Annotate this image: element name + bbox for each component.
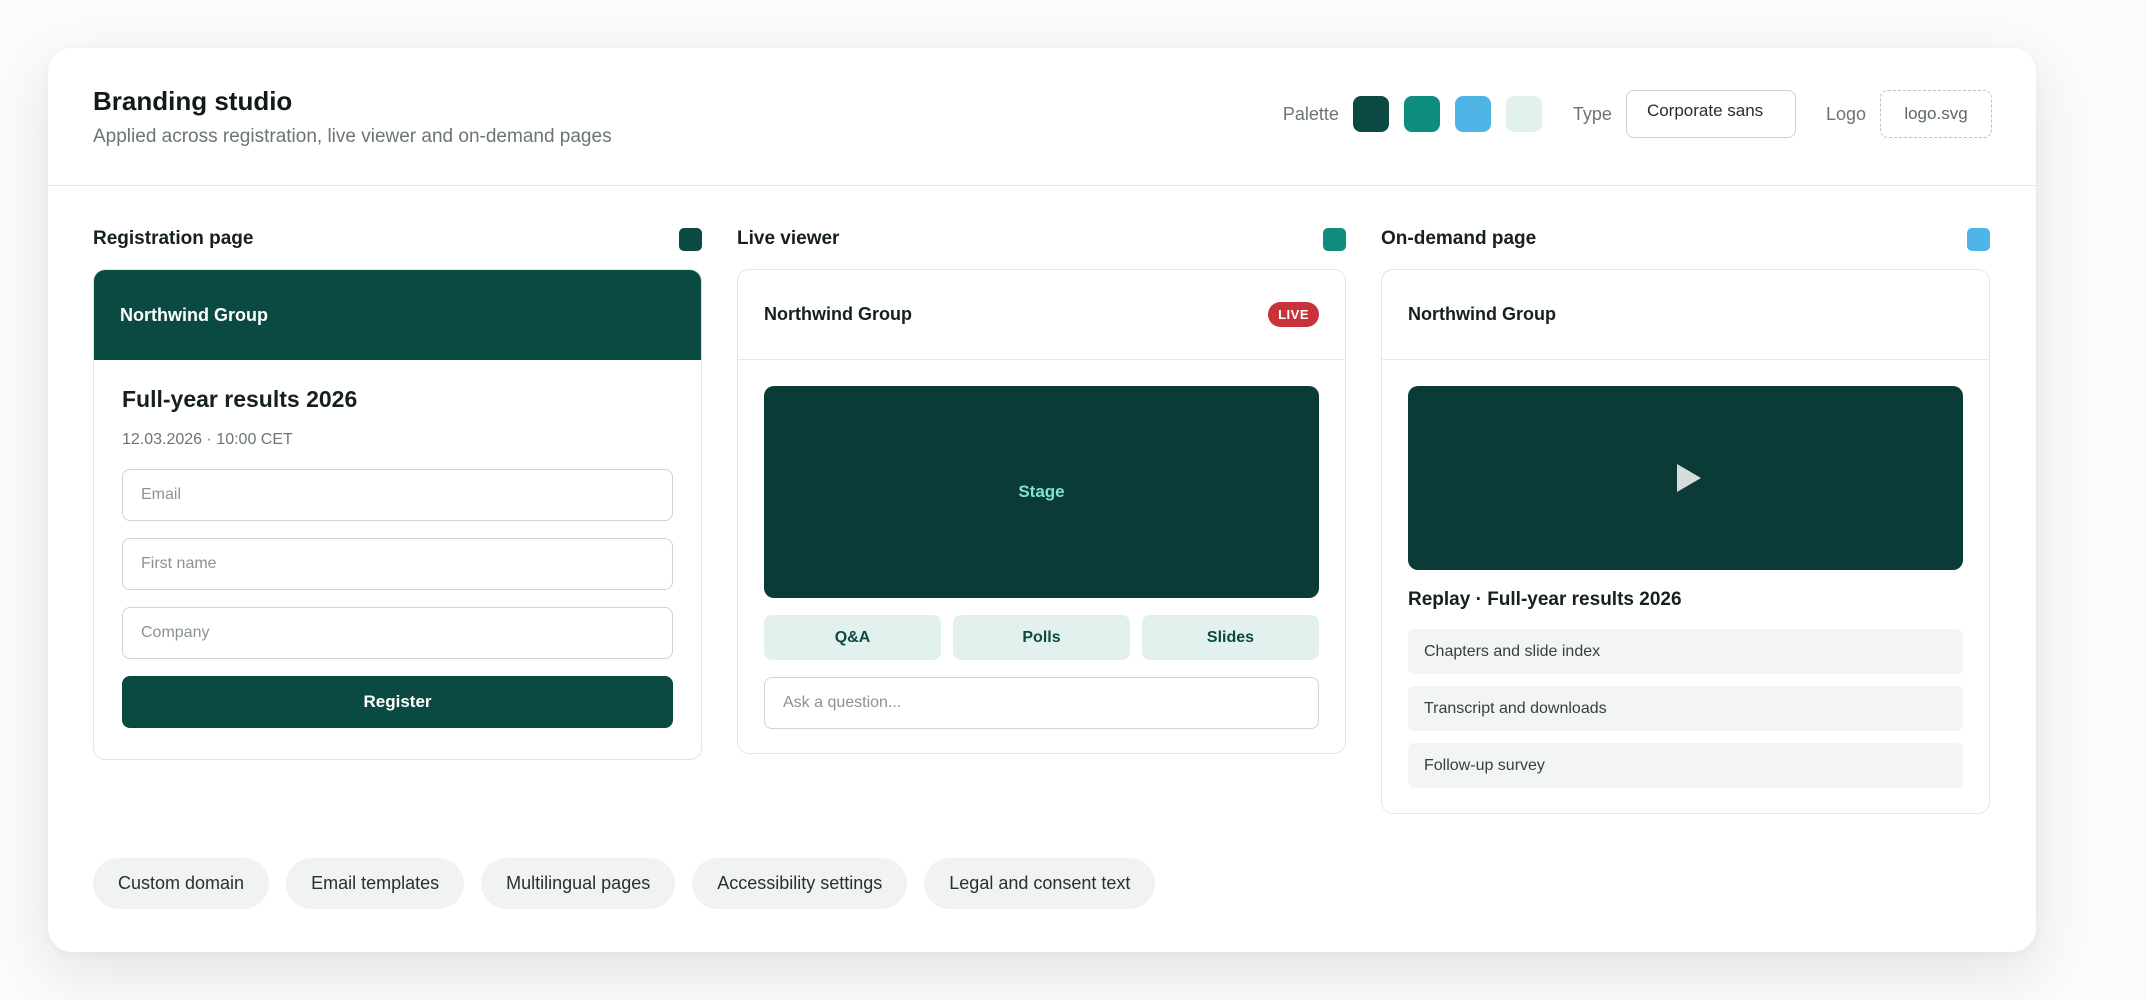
branding-studio-panel: Branding studio Applied across registrat… [48, 48, 2036, 952]
registration-preview-card: Northwind Group Full-year results 2026 1… [93, 269, 702, 760]
replay-player[interactable] [1408, 386, 1963, 570]
palette-label: Palette [1282, 103, 1339, 124]
ondemand-preview-card: Northwind Group Replay · Full-year resul… [1381, 269, 1990, 814]
viewer-tabs: Q&A Polls Slides [764, 615, 1319, 660]
chip-multilingual-pages[interactable]: Multilingual pages [481, 858, 676, 909]
ondemand-color-dot [1967, 228, 1990, 251]
chip-accessibility-settings[interactable]: Accessibility settings [692, 858, 908, 909]
settings-chips: Custom domain Email templates Multilingu… [93, 858, 1156, 909]
type-label: Type [1572, 103, 1612, 124]
tab-polls[interactable]: Polls [953, 615, 1130, 660]
company-field[interactable]: Company [122, 607, 673, 659]
ondemand-item-transcript[interactable]: Transcript and downloads [1408, 686, 1963, 731]
palette-swatch-4[interactable] [1505, 96, 1542, 132]
palette-swatch-3[interactable] [1454, 96, 1491, 132]
live-column-header: Live viewer [737, 228, 1346, 252]
brand-name: Northwind Group [120, 304, 268, 325]
registration-brand-bar: Northwind Group [94, 270, 701, 360]
chip-email-templates[interactable]: Email templates [286, 858, 465, 909]
type-select[interactable]: Corporate sans [1625, 90, 1796, 138]
chip-custom-domain[interactable]: Custom domain [93, 858, 270, 909]
brand-name: Northwind Group [1408, 304, 1556, 324]
first-name-field[interactable]: First name [122, 538, 673, 590]
ask-question-input[interactable]: Ask a question... [764, 677, 1319, 729]
event-title: Full-year results 2026 [122, 386, 358, 412]
chip-legal-consent-text[interactable]: Legal and consent text [924, 858, 1156, 909]
palette-swatch-1[interactable] [1352, 96, 1389, 132]
registration-heading: Registration page [93, 228, 254, 249]
ondemand-brand-bar: Northwind Group [1382, 270, 1989, 360]
logo-upload[interactable]: logo.svg [1880, 90, 1992, 138]
live-viewer-preview-card: Northwind Group LIVE Stage Q&A Polls Sli… [737, 269, 1346, 754]
logo-label: Logo [1825, 103, 1866, 124]
palette-swatches [1352, 96, 1557, 132]
tab-slides[interactable]: Slides [1142, 615, 1319, 660]
brand-name: Northwind Group [764, 304, 912, 324]
live-badge: LIVE [1268, 302, 1319, 327]
page-subtitle: Applied across registration, live viewer… [93, 126, 612, 147]
ondemand-item-survey[interactable]: Follow-up survey [1408, 743, 1963, 788]
live-color-dot [1323, 228, 1346, 251]
stage-video[interactable]: Stage [764, 386, 1319, 598]
ondemand-heading: On-demand page [1381, 228, 1537, 249]
live-heading: Live viewer [737, 228, 840, 249]
play-icon[interactable] [1676, 464, 1701, 492]
studio-header: Branding studio Applied across registrat… [48, 48, 2036, 186]
event-date: 12.03.2026 · 10:00 CET [122, 431, 293, 448]
palette-swatch-2[interactable] [1403, 96, 1440, 132]
register-button[interactable]: Register [122, 676, 673, 728]
ondemand-item-chapters[interactable]: Chapters and slide index [1408, 629, 1963, 674]
registration-color-dot [679, 228, 702, 251]
ondemand-column-header: On-demand page [1381, 228, 1990, 252]
email-field[interactable]: Email [122, 469, 673, 521]
tab-qa[interactable]: Q&A [764, 615, 941, 660]
page-title: Branding studio [93, 86, 293, 116]
live-brand-bar: Northwind Group LIVE [738, 270, 1345, 360]
registration-column-header: Registration page [93, 228, 702, 252]
brand-controls: Palette Type Corporate sans Logo logo.sv… [1283, 90, 1992, 138]
replay-title: Replay · Full-year results 2026 [1408, 589, 1682, 610]
